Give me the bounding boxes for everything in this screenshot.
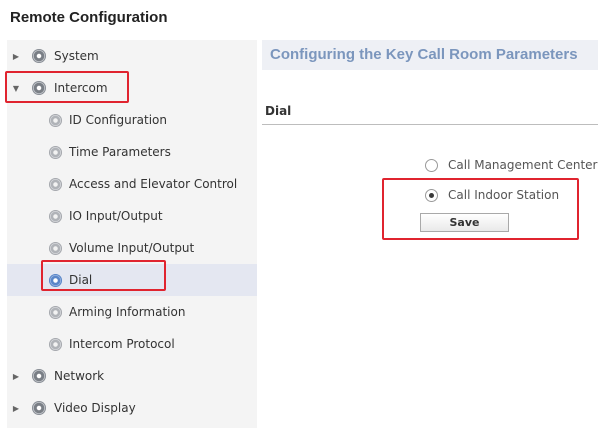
gear-icon bbox=[32, 49, 46, 63]
section-label: Dial bbox=[265, 104, 292, 118]
radio-button[interactable] bbox=[425, 158, 438, 172]
small-gear-icon bbox=[49, 273, 62, 287]
sidebar-item-label: System bbox=[54, 49, 99, 63]
sidebar-item-dial[interactable]: Dial bbox=[7, 264, 257, 296]
sidebar-item-label: Video Display bbox=[54, 401, 136, 415]
sidebar-item-access-elevator-control[interactable]: Access and Elevator Control bbox=[7, 168, 257, 200]
chevron-right-icon[interactable]: ▶ bbox=[11, 372, 21, 381]
save-button[interactable]: Save bbox=[420, 213, 509, 232]
chevron-right-icon[interactable]: ▶ bbox=[11, 52, 21, 61]
small-gear-icon bbox=[49, 209, 62, 223]
chevron-down-icon[interactable]: ▼ bbox=[11, 84, 21, 93]
gear-icon bbox=[32, 81, 46, 95]
small-gear-icon bbox=[49, 145, 62, 159]
sidebar-item-label: Intercom bbox=[54, 81, 108, 95]
option-call-indoor-station[interactable]: Call Indoor Station bbox=[425, 188, 559, 202]
sidebar-item-intercom[interactable]: ▼ Intercom bbox=[7, 72, 257, 104]
small-gear-icon bbox=[49, 337, 62, 351]
sidebar-item-label: IO Input/Output bbox=[69, 209, 163, 223]
gear-icon bbox=[32, 369, 46, 383]
small-gear-icon bbox=[49, 305, 62, 319]
sidebar-item-label: ID Configuration bbox=[69, 113, 167, 127]
section-divider bbox=[262, 124, 598, 125]
option-label: Call Management Center bbox=[448, 158, 598, 172]
sidebar-tree: ▶ System ▼ Intercom ID Configuration Tim… bbox=[7, 40, 257, 428]
sidebar-item-intercom-protocol[interactable]: Intercom Protocol bbox=[7, 328, 257, 360]
option-label: Call Indoor Station bbox=[448, 188, 560, 202]
sidebar-item-id-configuration[interactable]: ID Configuration bbox=[7, 104, 257, 136]
sidebar-item-label: Time Parameters bbox=[69, 145, 171, 159]
sidebar-item-time-parameters[interactable]: Time Parameters bbox=[7, 136, 257, 168]
content-header: Configuring the Key Call Room Parameters bbox=[262, 40, 598, 70]
app-title: Remote Configuration bbox=[10, 9, 168, 26]
page-title: Configuring the Key Call Room Parameters bbox=[270, 46, 578, 63]
radio-button[interactable] bbox=[425, 188, 438, 202]
small-gear-icon bbox=[49, 241, 62, 255]
sidebar-item-label: Dial bbox=[69, 273, 93, 287]
sidebar-item-arming-information[interactable]: Arming Information bbox=[7, 296, 257, 328]
sidebar-item-volume-input-output[interactable]: Volume Input/Output bbox=[7, 232, 257, 264]
sidebar-item-video-display[interactable]: ▶ Video Display bbox=[7, 392, 257, 424]
sidebar-item-label: Intercom Protocol bbox=[69, 337, 175, 351]
small-gear-icon bbox=[49, 113, 62, 127]
sidebar-item-label: Network bbox=[54, 369, 105, 383]
sidebar-item-label: Access and Elevator Control bbox=[69, 177, 238, 191]
sidebar-item-system[interactable]: ▶ System bbox=[7, 40, 257, 72]
sidebar-item-label: Arming Information bbox=[69, 305, 186, 319]
gear-icon bbox=[32, 401, 46, 415]
sidebar-item-network[interactable]: ▶ Network bbox=[7, 360, 257, 392]
option-call-management-center[interactable]: Call Management Center bbox=[425, 158, 597, 172]
small-gear-icon bbox=[49, 177, 62, 191]
sidebar-item-io-input-output[interactable]: IO Input/Output bbox=[7, 200, 257, 232]
chevron-right-icon[interactable]: ▶ bbox=[11, 404, 21, 413]
sidebar-item-label: Volume Input/Output bbox=[69, 241, 195, 255]
